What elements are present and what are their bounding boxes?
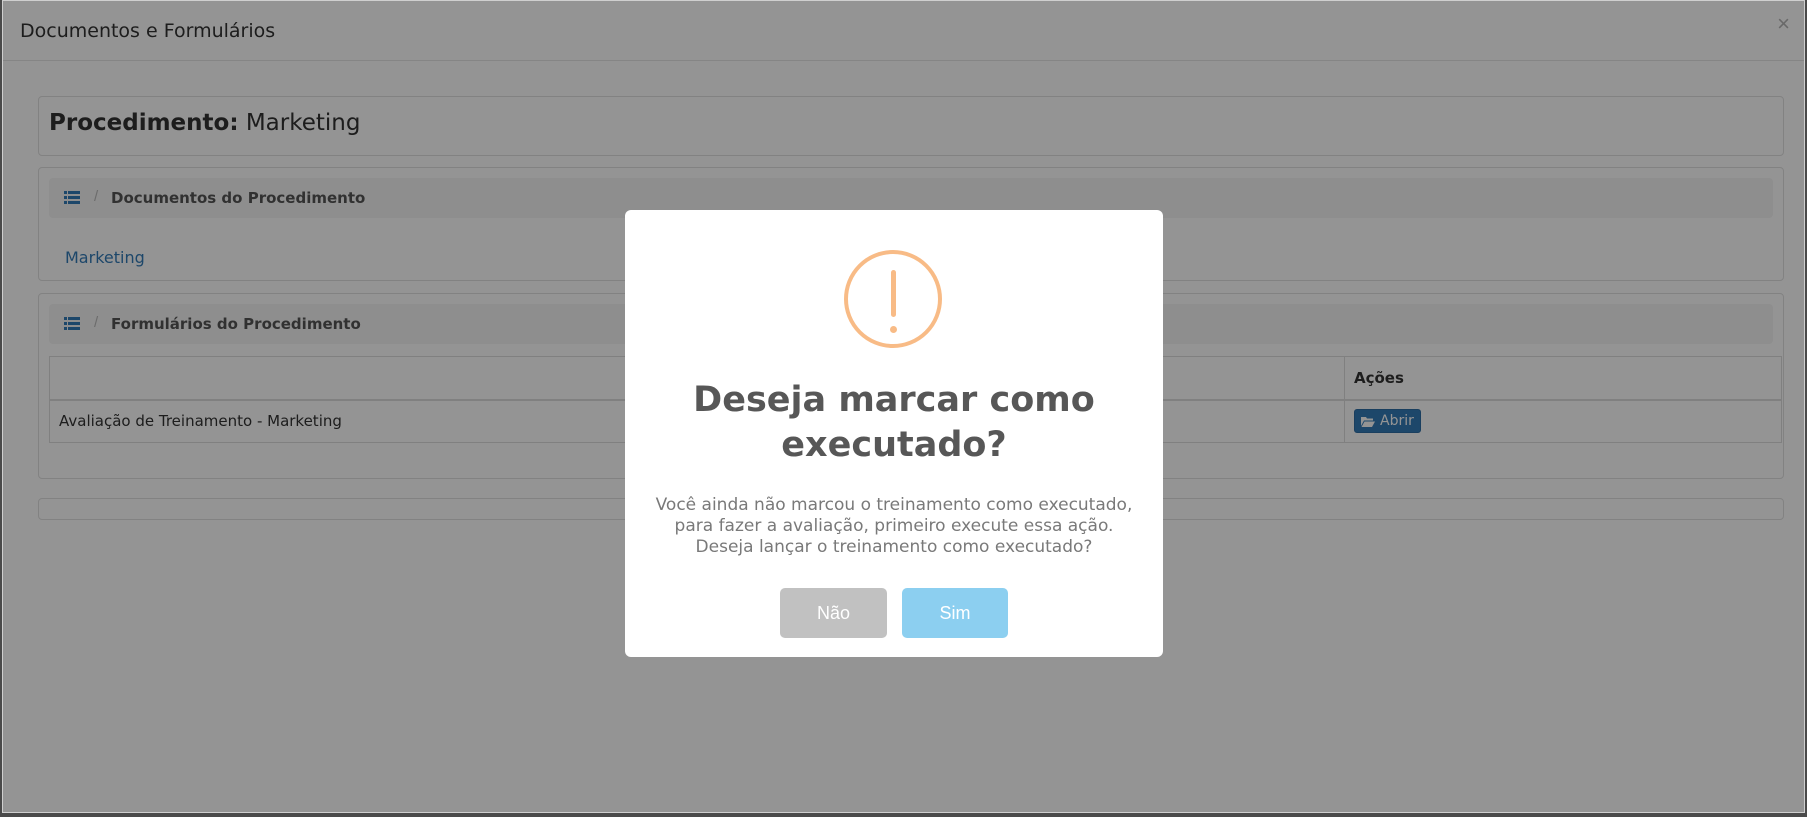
confirm-button[interactable]: Sim — [902, 588, 1008, 638]
dialog-text-line: Você ainda não marcou o treinamento como… — [655, 495, 1133, 515]
dialog-text-line: Deseja lançar o treinamento como executa… — [695, 537, 1093, 557]
dialog-text-line: para fazer a avaliação, primeiro execute… — [674, 516, 1114, 536]
warning-icon — [844, 250, 942, 348]
documents-forms-window: Documentos e Formulários × Procedimento:… — [2, 0, 1805, 813]
confirm-dialog: Deseja marcar como executado? Você ainda… — [625, 210, 1163, 657]
dialog-title: Deseja marcar como executado? — [693, 380, 1095, 465]
dialog-text: Você ainda não marcou o treinamento como… — [625, 495, 1163, 558]
cancel-button[interactable]: Não — [780, 588, 887, 638]
